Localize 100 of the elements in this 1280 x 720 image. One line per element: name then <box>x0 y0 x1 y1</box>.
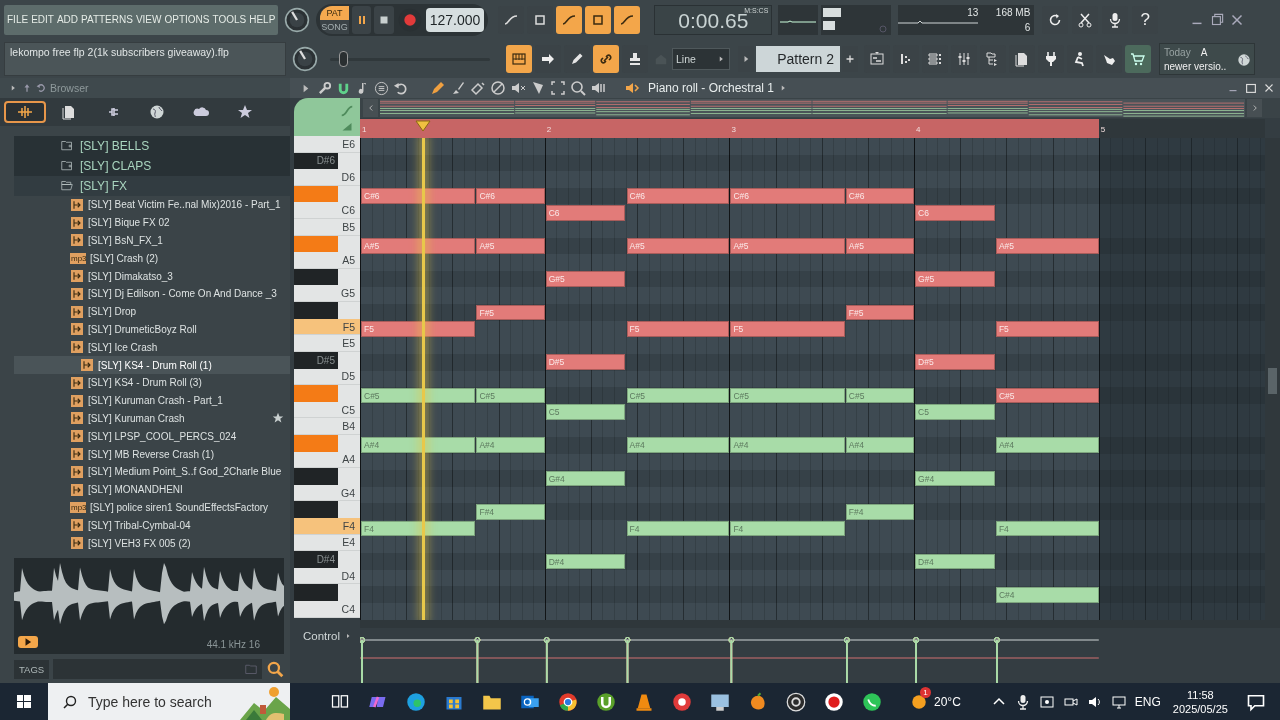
menu-item[interactable]: EDIT <box>31 14 54 25</box>
tags-button[interactable]: TAGS <box>14 659 50 679</box>
tags-field[interactable] <box>53 659 262 679</box>
sample-item[interactable]: [SLY] Tribal-Cymbal-04 <box>0 516 290 535</box>
search-icon[interactable] <box>266 660 284 678</box>
note[interactable]: C#6 <box>626 188 730 204</box>
wrench-icon[interactable] <box>317 80 332 96</box>
note[interactable]: C#5 <box>476 387 545 404</box>
sample-item[interactable]: [SLY] VEH3 FX 005 (2) <box>0 534 290 552</box>
vertical-scrollbar[interactable] <box>1265 138 1280 620</box>
note[interactable]: C#6 <box>476 188 545 204</box>
snap-dropdown[interactable]: Line <box>672 47 730 70</box>
sample-item[interactable]: [SLY] KS4 - Drum Roll (3) <box>0 373 290 392</box>
cart-button[interactable] <box>1125 44 1151 73</box>
note[interactable]: G#4 <box>915 470 995 487</box>
sample-item[interactable]: mp3 [SLY] Crash (2) <box>0 249 290 268</box>
folder-item[interactable]: [SLY] FX <box>14 176 290 196</box>
folder-item[interactable]: [SLY] CLAPS <box>14 156 290 176</box>
delete-icon[interactable] <box>490 80 506 96</box>
menu-item[interactable]: HELP <box>249 14 276 25</box>
piano-key[interactable]: F5 <box>294 318 360 336</box>
note[interactable]: F5 <box>730 321 845 337</box>
knob-icon[interactable] <box>284 6 311 33</box>
sample-item[interactable]: [SLY] Beat Victim Fe..nal Mix)2016 - Part_1 <box>0 196 290 214</box>
note[interactable]: A#4 <box>730 437 845 454</box>
menu-icon[interactable] <box>374 80 389 96</box>
note[interactable]: A#4 <box>626 437 730 454</box>
note[interactable]: A#5 <box>361 238 476 254</box>
sample-item[interactable]: [SLY] MONANDHENI <box>0 480 290 499</box>
link-button[interactable] <box>593 44 619 73</box>
piano-key[interactable] <box>294 584 338 602</box>
network-icon[interactable] <box>1110 693 1127 710</box>
note[interactable]: C#5 <box>845 387 915 404</box>
sample-item[interactable]: [SLY] Kuruman Crash - Part_1 <box>0 391 290 410</box>
pause-button[interactable] <box>351 5 372 34</box>
note[interactable]: A#5 <box>476 238 545 254</box>
menu-item[interactable]: OPTIONS <box>164 14 210 25</box>
playhead-marker-icon[interactable] <box>414 120 431 132</box>
chat-icon[interactable] <box>862 691 882 712</box>
folder-item[interactable]: [SLY] BELLS <box>14 136 290 156</box>
sample-item[interactable]: [SLY] Bique FX 02 <box>0 213 290 232</box>
stop-button[interactable] <box>374 5 394 34</box>
menu-item[interactable]: FILE <box>7 14 29 25</box>
maximize-icon[interactable] <box>1244 81 1258 95</box>
piano-key[interactable]: F4 <box>294 518 360 535</box>
sample-item[interactable]: [SLY] DrumeticBoyz Roll <box>0 320 290 339</box>
undo-icon[interactable] <box>393 80 408 96</box>
sample-item[interactable]: [SLY] MB Reverse Crash (1) <box>0 445 290 463</box>
play-button[interactable] <box>18 636 38 648</box>
toolbar-button[interactable] <box>614 5 641 34</box>
sample-item[interactable]: [SLY] KS4 - Drum Roll (1) <box>14 356 290 374</box>
sample-item[interactable]: [SLY] Dimakatso_3 <box>0 267 290 285</box>
note[interactable]: C#5 <box>730 387 845 404</box>
tempo-field[interactable]: 127.000 <box>425 7 485 32</box>
note[interactable]: F4 <box>626 520 730 537</box>
sample-item[interactable]: [SLY] Dj Edilson - Come On And Dance _3 <box>0 285 290 303</box>
ring-icon[interactable] <box>786 691 806 712</box>
sample-item[interactable]: [SLY] Ice Crash <box>0 338 290 357</box>
note[interactable]: A#4 <box>361 437 476 454</box>
note[interactable]: A#4 <box>995 437 1099 454</box>
playback-icon[interactable] <box>590 80 606 96</box>
mute-icon[interactable] <box>510 80 526 96</box>
select-icon[interactable] <box>550 80 566 96</box>
note[interactable]: C#5 <box>361 387 476 404</box>
knob-icon[interactable] <box>292 45 318 72</box>
note[interactable]: F#5 <box>476 304 545 321</box>
note[interactable]: C6 <box>915 204 995 221</box>
paint-icon[interactable] <box>470 80 486 96</box>
note[interactable]: F#4 <box>845 503 915 520</box>
piano-roll-button[interactable] <box>506 44 532 73</box>
toolbar-button[interactable] <box>585 5 612 34</box>
sample-item[interactable]: mp3 [SLY] police siren1 SoundEffectsFactory <box>0 498 290 517</box>
note[interactable]: A#5 <box>845 238 915 254</box>
toolbar-button[interactable] <box>556 5 583 34</box>
zoom-icon[interactable] <box>570 80 586 96</box>
note[interactable]: G#4 <box>545 470 626 487</box>
note[interactable]: A#4 <box>476 437 545 454</box>
language-indicator[interactable]: ENG <box>1134 694 1161 709</box>
menu-item[interactable]: ADD <box>56 14 79 25</box>
pencil-icon[interactable] <box>430 80 446 96</box>
sample-item[interactable]: [SLY] Drop <box>0 302 290 321</box>
note[interactable]: C5 <box>545 404 626 420</box>
note[interactable]: F#4 <box>476 503 545 520</box>
note[interactable]: D#4 <box>915 553 995 570</box>
note[interactable]: C#6 <box>845 188 915 204</box>
fruit-icon[interactable] <box>748 691 768 712</box>
meeting-icon[interactable] <box>1038 693 1055 710</box>
note[interactable]: C#5 <box>995 387 1099 404</box>
mode-toggle[interactable]: PAT <box>320 5 349 20</box>
note[interactable]: C#4 <box>995 586 1099 603</box>
note[interactable]: F4 <box>995 520 1099 537</box>
browser-tab[interactable] <box>4 101 46 123</box>
horizontal-scrollbar[interactable] <box>360 620 1280 628</box>
sample-item[interactable]: [SLY] BsN_FX_1 <box>0 231 290 250</box>
torrent-icon[interactable] <box>596 691 616 712</box>
pattern-selector[interactable]: Pattern 2 <box>756 45 840 72</box>
note[interactable]: C#6 <box>730 188 845 204</box>
note[interactable]: F5 <box>995 321 1099 337</box>
note[interactable]: C#5 <box>626 387 730 404</box>
note[interactable]: F4 <box>730 520 845 537</box>
